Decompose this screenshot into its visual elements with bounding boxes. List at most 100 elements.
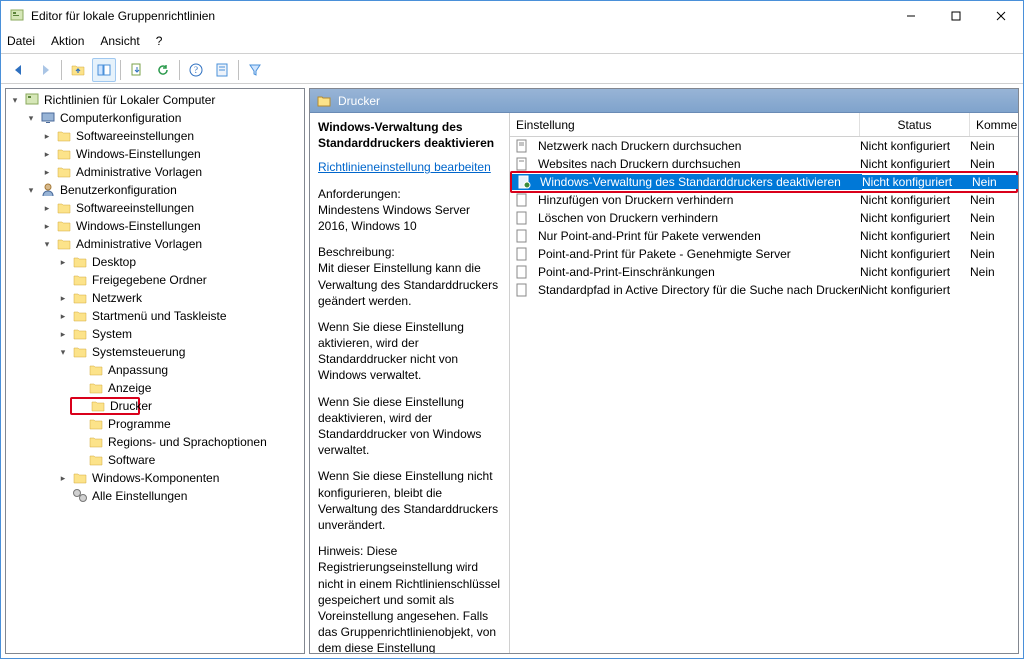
- row-comment: Nein: [970, 229, 1018, 243]
- expander-icon[interactable]: ▸: [40, 129, 54, 143]
- setting-icon: [514, 246, 530, 262]
- tree-admin-templates[interactable]: ▾Administrative Vorlagen: [6, 235, 304, 253]
- expander-icon[interactable]: ▸: [40, 201, 54, 215]
- list-row[interactable]: Standardpfad in Active Directory für die…: [510, 281, 1018, 299]
- expander-icon[interactable]: ▸: [56, 309, 70, 323]
- tree-item[interactable]: ▸Startmenü und Taskleiste: [6, 307, 304, 325]
- tree-label: Windows-Einstellungen: [76, 147, 201, 161]
- tree-item[interactable]: ▸Anzeige: [6, 379, 304, 397]
- tree-item[interactable]: ▸Freigegebene Ordner: [6, 271, 304, 289]
- forward-button[interactable]: [33, 58, 57, 82]
- toolbar-separator: [120, 60, 121, 80]
- list-header: Einstellung Status Kommentar: [510, 113, 1018, 137]
- expander-icon[interactable]: ▸: [56, 471, 70, 485]
- list-row[interactable]: Nur Point-and-Print für Pakete verwenden…: [510, 227, 1018, 245]
- tree-label: Windows-Komponenten: [92, 471, 219, 485]
- maximize-button[interactable]: [933, 1, 978, 31]
- tree-item[interactable]: ▸Desktop: [6, 253, 304, 271]
- tree-item[interactable]: ▸Softwareeinstellungen: [6, 199, 304, 217]
- tree-label: Alle Einstellungen: [92, 489, 187, 503]
- tree-root[interactable]: ▾ Richtlinien für Lokaler Computer: [6, 91, 304, 109]
- properties-button[interactable]: [210, 58, 234, 82]
- row-comment: Nein: [970, 265, 1018, 279]
- tree-item[interactable]: ▸ Windows-Komponenten: [6, 469, 304, 487]
- up-button[interactable]: [66, 58, 90, 82]
- description-p5: Hinweis: Diese Registrierungseinstellung…: [318, 543, 501, 653]
- setting-icon: [514, 264, 530, 280]
- menu-view[interactable]: Ansicht: [100, 34, 139, 48]
- tree-label: Richtlinien für Lokaler Computer: [44, 93, 215, 107]
- settings-icon: [72, 488, 88, 504]
- tree-item[interactable]: ▸Anpassung: [6, 361, 304, 379]
- tree-label: Anpassung: [108, 363, 168, 377]
- expander-icon[interactable]: ▸: [56, 255, 70, 269]
- folder-icon: [88, 416, 104, 432]
- menu-file[interactable]: Datei: [7, 34, 35, 48]
- row-text: Netzwerk nach Druckern durchsuchen: [538, 139, 741, 153]
- folder-icon: [72, 470, 88, 486]
- list-row[interactable]: Websites nach Druckern durchsuchen Nicht…: [510, 155, 1018, 173]
- expander-icon[interactable]: ▾: [56, 345, 70, 359]
- refresh-button[interactable]: [151, 58, 175, 82]
- close-button[interactable]: [978, 1, 1023, 31]
- menu-action[interactable]: Aktion: [51, 34, 84, 48]
- minimize-button[interactable]: [888, 1, 933, 31]
- tree-item[interactable]: ▸Administrative Vorlagen: [6, 163, 304, 181]
- list-row[interactable]: Point-and-Print für Pakete - Genehmigte …: [510, 245, 1018, 263]
- col-comment[interactable]: Kommentar: [970, 113, 1018, 136]
- export-button[interactable]: [125, 58, 149, 82]
- list-row[interactable]: Hinzufügen von Druckern verhindern Nicht…: [510, 191, 1018, 209]
- expander-icon[interactable]: ▸: [40, 165, 54, 179]
- app-icon: [9, 8, 25, 24]
- tree-label: Benutzerkonfiguration: [60, 183, 177, 197]
- menubar: Datei Aktion Ansicht ?: [1, 31, 1023, 51]
- expander-icon[interactable]: ▾: [24, 183, 38, 197]
- expander-icon[interactable]: ▾: [24, 111, 38, 125]
- expander-icon[interactable]: ▸: [56, 327, 70, 341]
- tree-view[interactable]: ▾ Richtlinien für Lokaler Computer ▾ Com…: [5, 88, 305, 654]
- col-status[interactable]: Status: [860, 113, 970, 136]
- edit-policy-link[interactable]: Richtlinieneinstellung bearbeiten: [318, 159, 491, 175]
- tree-item[interactable]: ▸Alle Einstellungen: [6, 487, 304, 505]
- expander-icon[interactable]: ▾: [40, 237, 54, 251]
- list-row-selected[interactable]: Windows-Verwaltung des Standarddruckers …: [512, 173, 1018, 191]
- list-row[interactable]: Point-and-Print-Einschränkungen Nicht ko…: [510, 263, 1018, 281]
- tree-item[interactable]: ▸Software: [6, 451, 304, 469]
- tree-control-panel[interactable]: ▾ Systemsteuerung: [6, 343, 304, 361]
- description-p3: Wenn Sie diese Einstellung deaktivieren,…: [318, 394, 501, 459]
- list-row[interactable]: Löschen von Druckern verhindern Nicht ko…: [510, 209, 1018, 227]
- tree-user-config[interactable]: ▾ Benutzerkonfiguration: [6, 181, 304, 199]
- row-comment: Nein: [970, 211, 1018, 225]
- expander-icon[interactable]: ▸: [56, 291, 70, 305]
- col-setting[interactable]: Einstellung: [510, 113, 860, 136]
- back-button[interactable]: [7, 58, 31, 82]
- tree-label: Softwareeinstellungen: [76, 129, 194, 143]
- help-button[interactable]: ?: [184, 58, 208, 82]
- description-p4: Wenn Sie diese Einstellung nicht konfigu…: [318, 468, 501, 533]
- details-pane: Drucker Windows-Verwaltung des Standardd…: [309, 88, 1019, 654]
- tree-item-printer-selected[interactable]: ▸Drucker: [70, 397, 140, 415]
- window-title: Editor für lokale Gruppenrichtlinien: [31, 9, 888, 23]
- tree-computer-config[interactable]: ▾ Computerkonfiguration: [6, 109, 304, 127]
- row-text: Nur Point-and-Print für Pakete verwenden: [538, 229, 761, 243]
- list-row[interactable]: Netzwerk nach Druckern durchsuchen Nicht…: [510, 137, 1018, 155]
- tree-item[interactable]: ▸Windows-Einstellungen: [6, 217, 304, 235]
- filter-button[interactable]: [243, 58, 267, 82]
- row-status: Nicht konfiguriert: [860, 229, 970, 243]
- tree-label: Freigegebene Ordner: [92, 273, 207, 287]
- tree-item[interactable]: ▸Regions- und Sprachoptionen: [6, 433, 304, 451]
- window-buttons: [888, 1, 1023, 31]
- settings-list[interactable]: Einstellung Status Kommentar Netzwerk na…: [510, 113, 1018, 653]
- tree-item[interactable]: ▸Programme: [6, 415, 304, 433]
- toolbar-separator: [238, 60, 239, 80]
- expander-icon[interactable]: ▸: [40, 147, 54, 161]
- expander-icon[interactable]: ▸: [40, 219, 54, 233]
- expander-icon[interactable]: ▾: [8, 93, 22, 107]
- tree-item[interactable]: ▸System: [6, 325, 304, 343]
- tree-label: Systemsteuerung: [92, 345, 185, 359]
- tree-item[interactable]: ▸Netzwerk: [6, 289, 304, 307]
- menu-help[interactable]: ?: [156, 34, 163, 48]
- show-hide-tree-button[interactable]: [92, 58, 116, 82]
- tree-item[interactable]: ▸ Softwareeinstellungen: [6, 127, 304, 145]
- tree-item[interactable]: ▸ Windows-Einstellungen: [6, 145, 304, 163]
